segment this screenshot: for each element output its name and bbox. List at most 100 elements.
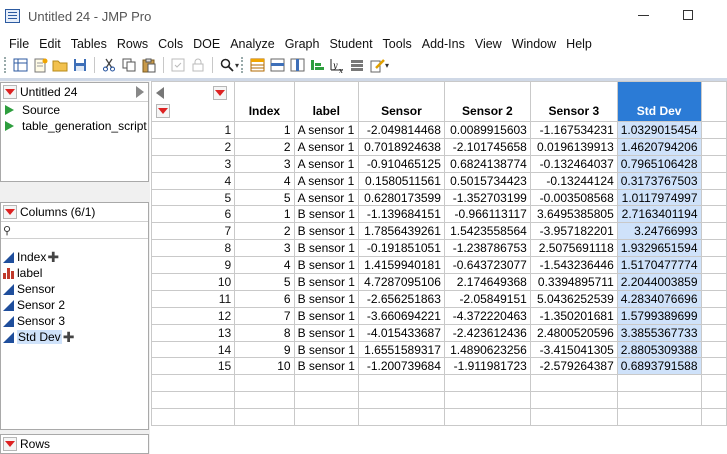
table-cell[interactable]: -3.957182201 xyxy=(529,222,618,241)
table-row[interactable]: 44A sensor 1 0.1580511561 0.5015734423 -0.1… xyxy=(150,171,727,190)
table-row[interactable]: 33A sensor 1 -0.910465125 0.6824138774 -0.1… xyxy=(150,154,727,173)
fit-model-icon[interactable] xyxy=(348,56,366,74)
table-cell[interactable]: 3.24766993 xyxy=(616,222,702,241)
table-cell[interactable]: B sensor 1 xyxy=(293,256,359,275)
row-number[interactable]: 10 xyxy=(150,273,236,291)
table-cell[interactable]: 3.6495385805 xyxy=(529,205,618,224)
table-cell[interactable]: B sensor 1 xyxy=(293,340,359,359)
rows-red-triangle-icon[interactable] xyxy=(3,437,17,451)
table-cell[interactable]: 3.3855367733 xyxy=(616,323,702,342)
save-icon[interactable] xyxy=(71,56,89,74)
table-cell[interactable]: 2 xyxy=(234,137,295,156)
table-cell[interactable]: -2.423612436 xyxy=(443,323,531,342)
table-cell[interactable]: -0.132464037 xyxy=(529,154,618,173)
table-cell[interactable]: 1.5423558564 xyxy=(443,222,531,241)
menu-edit[interactable]: Edit xyxy=(34,37,66,51)
column-search-field[interactable]: ⚲ xyxy=(1,222,148,239)
table-row[interactable]: 61B sensor 1 -1.139684151 -0.966113117 3.64… xyxy=(150,205,727,224)
table-cell[interactable]: 2.7163401194 xyxy=(616,205,702,224)
table-cell[interactable]: -0.191851051 xyxy=(357,239,445,258)
table-cell[interactable]: 1.4159940181 xyxy=(357,256,445,275)
table-cell[interactable]: 1.6551589317 xyxy=(357,340,445,359)
table-row[interactable]: 11A sensor 1 -2.049814468 0.0089915603 -1.1… xyxy=(150,121,727,139)
table-cell[interactable]: 0.6824138774 xyxy=(443,154,531,173)
table-cell[interactable]: -2.049814468 xyxy=(357,121,445,139)
table-cell[interactable]: -1.139684151 xyxy=(357,205,445,224)
table-cell[interactable]: -0.910465125 xyxy=(357,154,445,173)
row-number[interactable]: 8 xyxy=(150,239,236,258)
table-row[interactable]: 12 7 B sensor 1 -3.660694221 -4.372220463 -1.… xyxy=(150,306,727,325)
table-cell[interactable]: 1.4890623256 xyxy=(443,340,531,359)
row-number[interactable]: 9 xyxy=(150,256,236,275)
table-row[interactable]: 15 10 B sensor 1 -1.200739684 -1.911981723 -2… xyxy=(150,357,727,376)
table-cell[interactable]: -0.966113117 xyxy=(443,205,531,224)
table-cell[interactable]: 0.3173767503 xyxy=(616,171,702,190)
new-script-icon[interactable] xyxy=(31,56,49,74)
row-number[interactable]: 6 xyxy=(150,205,236,224)
table-cell[interactable]: -1.352703199 xyxy=(443,188,531,207)
table-cell[interactable]: 6 xyxy=(234,289,295,308)
table-cell[interactable]: -1.543236446 xyxy=(529,256,618,275)
table-cell[interactable]: -1.200739684 xyxy=(357,357,445,376)
table-cell[interactable]: 9 xyxy=(234,340,295,359)
column-item-sensor[interactable]: Sensor xyxy=(1,281,148,297)
column-item-std-dev[interactable]: Std Dev ✚ xyxy=(1,329,148,345)
search-dropdown-caret[interactable]: ▾ xyxy=(235,61,239,70)
columns-red-triangle-icon[interactable] xyxy=(3,205,17,219)
table-cell[interactable]: 4 xyxy=(234,256,295,275)
row-number[interactable]: 14 xyxy=(150,340,236,359)
script-table-generation[interactable]: table_generation_script xyxy=(1,118,148,134)
toolbar-grip[interactable] xyxy=(4,57,7,73)
col-icon[interactable] xyxy=(288,56,306,74)
table-row[interactable]: 94B sensor 1 1.4159940181 -0.643723077 -1.5… xyxy=(150,256,727,275)
menu-analyze[interactable]: Analyze xyxy=(225,37,279,51)
table-row[interactable]: 14 9 B sensor 1 1.6551589317 1.4890623256 -3.… xyxy=(150,340,727,359)
row-number[interactable]: 12 xyxy=(150,306,236,325)
menu-rows[interactable]: Rows xyxy=(112,37,153,51)
row-number[interactable]: 7 xyxy=(150,222,236,241)
table-cell[interactable]: 1.0117974997 xyxy=(616,188,702,207)
table-red-triangle-icon[interactable] xyxy=(3,85,17,99)
play-script-icon[interactable] xyxy=(5,121,14,131)
table-cell[interactable]: B sensor 1 xyxy=(293,239,359,258)
corner-red-triangle-icon[interactable] xyxy=(213,86,228,100)
table-cell[interactable]: A sensor 1 xyxy=(293,121,359,139)
table-cell[interactable]: 4 xyxy=(234,171,295,190)
table-cell[interactable]: -0.003508568 xyxy=(529,188,618,207)
table-cell[interactable]: -2.579264387 xyxy=(529,357,618,376)
table-cell[interactable]: A sensor 1 xyxy=(293,171,359,190)
column-item-sensor-2[interactable]: Sensor 2 xyxy=(1,297,148,313)
column-header-std-dev[interactable]: Std Dev xyxy=(616,81,702,122)
table-cell[interactable]: -2.656251863 xyxy=(357,289,445,308)
table-cell[interactable]: 1.0329015454 xyxy=(616,121,702,139)
table-cell[interactable]: B sensor 1 xyxy=(293,205,359,224)
table-cell[interactable]: -1.350201681 xyxy=(529,306,618,325)
column-header-sensor[interactable]: Sensor xyxy=(357,81,445,122)
table-cell[interactable]: A sensor 1 xyxy=(293,154,359,173)
column-header-label[interactable]: label xyxy=(293,81,359,122)
table-cell[interactable]: -2.05849151 xyxy=(443,289,531,308)
table-cell[interactable]: 2.5075691118 xyxy=(529,239,618,258)
column-header-index[interactable]: Index xyxy=(234,81,295,122)
column-item-sensor-3[interactable]: Sensor 3 xyxy=(1,313,148,329)
table-cell[interactable]: B sensor 1 xyxy=(293,289,359,308)
table-cell[interactable]: -0.13244124 xyxy=(529,171,618,190)
script-source[interactable]: Source xyxy=(1,102,148,118)
menu-tools[interactable]: Tools xyxy=(378,37,417,51)
column-header-sensor-2[interactable]: Sensor 2 xyxy=(443,81,531,122)
table-cell[interactable]: 3 xyxy=(234,239,295,258)
row-number[interactable]: 15 xyxy=(150,357,236,376)
row-number[interactable]: 4 xyxy=(150,171,236,190)
maximize-button[interactable] xyxy=(683,10,693,20)
menu-graph[interactable]: Graph xyxy=(280,37,325,51)
row-number[interactable]: 1 xyxy=(150,121,236,139)
toolbar-grip[interactable] xyxy=(241,57,244,73)
edit-icon[interactable] xyxy=(368,56,386,74)
column-header-sensor-3[interactable]: Sensor 3 xyxy=(529,81,618,122)
table-cell[interactable]: 0.6280173599 xyxy=(357,188,445,207)
table-cell[interactable]: 0.6893791588 xyxy=(616,357,702,376)
table-cell[interactable]: 0.3394895711 xyxy=(529,273,618,291)
table-row[interactable]: 10 5 B sensor 1 4.7287095106 2.174649368 0.33… xyxy=(150,273,727,291)
table-cell[interactable]: 1 xyxy=(234,205,295,224)
table-cell[interactable]: 4.7287095106 xyxy=(357,273,445,291)
